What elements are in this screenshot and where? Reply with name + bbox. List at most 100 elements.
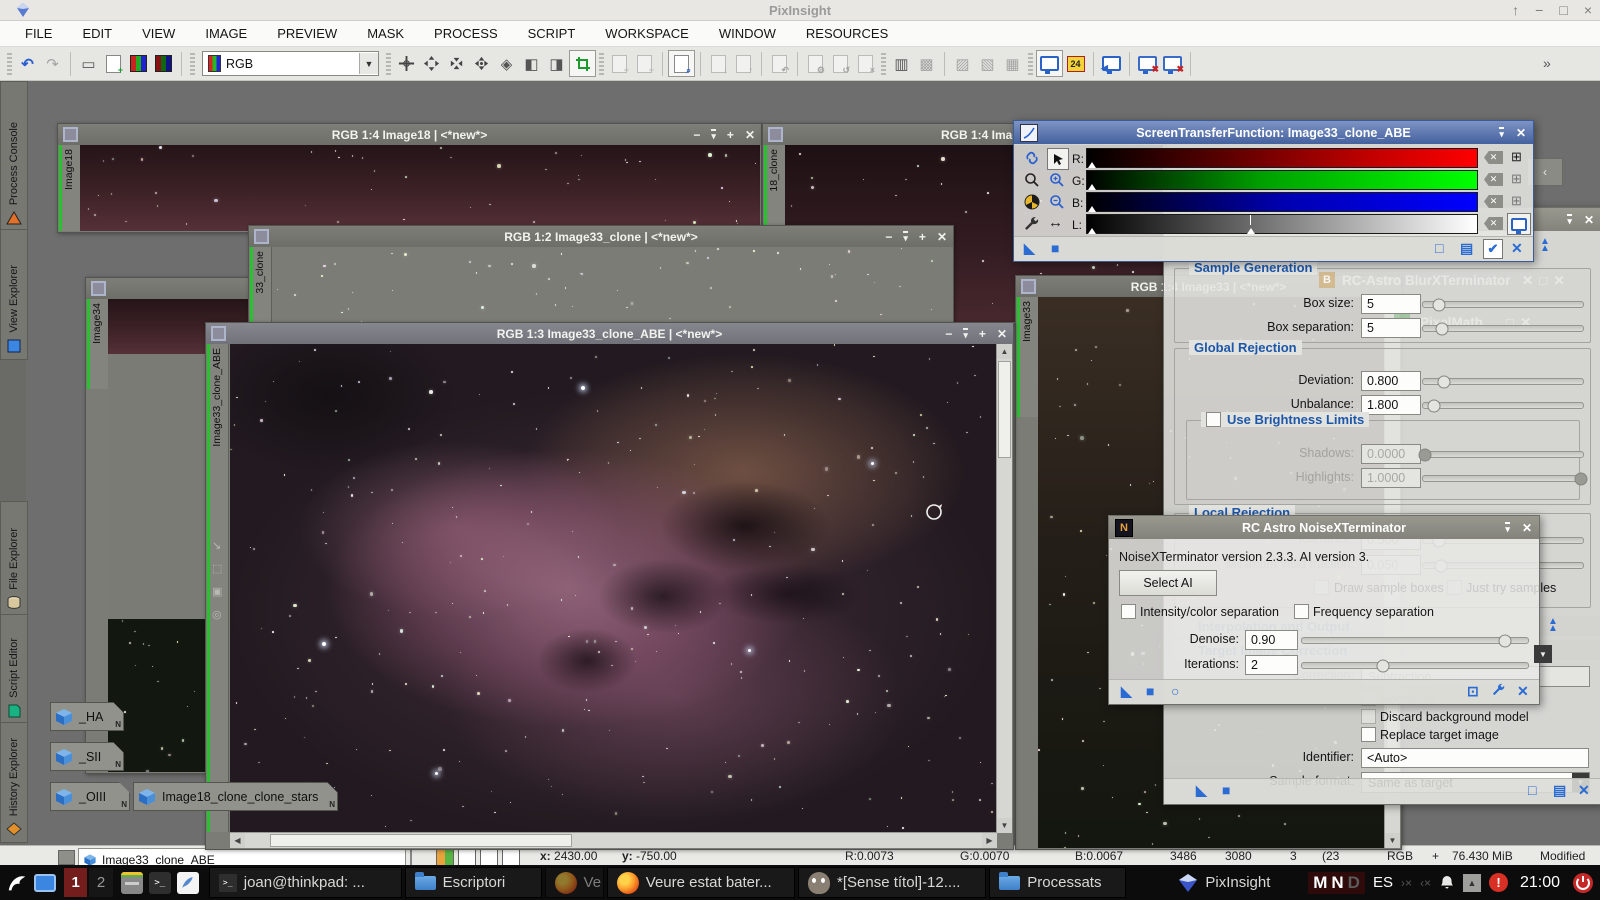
denoise-slider[interactable] — [1301, 637, 1529, 644]
dock-tab-file-explorer[interactable]: File Explorer — [0, 501, 28, 617]
taskbar-firefox-window[interactable]: Veure estat bater... — [607, 867, 795, 898]
preview-mode-icon[interactable]: ⬚ — [212, 562, 222, 575]
reset-icon[interactable]: ✕ — [1578, 782, 1590, 799]
apply-global-icon[interactable]: ■ — [1051, 240, 1059, 256]
rename-view-icon[interactable]: ▭ — [76, 51, 101, 76]
maximize-icon[interactable]: + — [919, 230, 926, 244]
dock-tab-script-editor[interactable]: Script Editor — [0, 614, 28, 725]
use-brightness-limits-checkbox[interactable] — [1206, 412, 1221, 427]
zoom-in-icon[interactable] — [444, 51, 469, 76]
highlights-slider[interactable] — [1422, 475, 1584, 482]
dropdown-arrow-button[interactable]: ▼ — [1534, 645, 1552, 663]
undo-icon[interactable]: ↶ — [15, 51, 40, 76]
show-mask-icon[interactable]: ▥ — [889, 51, 914, 76]
scroll-down-icon[interactable]: ▼ — [997, 818, 1012, 833]
deviation-input[interactable]: 0.800 — [1361, 371, 1421, 391]
close-icon[interactable]: ✕ — [937, 230, 947, 244]
iterations-slider[interactable] — [1301, 662, 1529, 669]
new-copy-icon[interactable]: + — [632, 51, 657, 76]
menu-image[interactable]: IMAGE — [190, 21, 262, 46]
stf-reset-r-icon[interactable]: ⊞ — [1511, 149, 1522, 165]
dock-tab-process-console[interactable]: Process Console — [0, 81, 28, 232]
toolbar-overflow-icon[interactable]: » — [1543, 55, 1551, 71]
stf-reset-g-icon[interactable]: ⊞ — [1511, 171, 1522, 187]
box-separation-input[interactable]: 5 — [1361, 318, 1421, 338]
keyboard-layout[interactable]: ES — [1373, 874, 1393, 891]
view-doc-icon[interactable] — [410, 849, 412, 866]
scroll-right-icon[interactable]: ▶ — [982, 833, 997, 848]
realtime-preview-icon[interactable]: □ — [1435, 240, 1443, 256]
box-separation-slider[interactable] — [1422, 325, 1584, 332]
current-view-selector[interactable]: Image33_clone_ABE — [78, 848, 406, 866]
fit-view-icon[interactable] — [469, 51, 494, 76]
abe-dialog[interactable]: AutomaticBackgroundExtractor ▾ ✕ B RC-As… — [1163, 207, 1600, 805]
zoom-out-mode-icon[interactable] — [1024, 172, 1040, 193]
revert-icon[interactable]: ↶ — [767, 51, 792, 76]
editor-launcher-icon[interactable] — [177, 872, 199, 894]
thumbnail-toggle-icon[interactable] — [58, 850, 75, 865]
box-size-slider[interactable] — [1422, 301, 1584, 308]
close-icon[interactable]: ✕ — [745, 128, 755, 142]
maximize-icon[interactable]: + — [727, 128, 734, 142]
redo-icon[interactable]: ↷ — [40, 51, 65, 76]
close-icon[interactable]: ✕ — [997, 327, 1007, 341]
frequency-separation-checkbox[interactable] — [1294, 604, 1309, 619]
menu-process[interactable]: PROCESS — [419, 21, 513, 46]
iterations-input[interactable]: 2 — [1245, 655, 1298, 675]
maximize-button[interactable]: □ — [1559, 2, 1567, 18]
center-image-icon[interactable] — [394, 51, 419, 76]
updates-icon[interactable]: ▲ — [1463, 874, 1481, 892]
shadows-input[interactable]: 0.0000 — [1361, 444, 1421, 464]
window-image33-clone-titlebar[interactable]: RGB 1:2 Image33_clone | <*new*> − ▾ + ✕ — [249, 226, 953, 247]
browse-doc-icon[interactable]: ▤ — [1460, 240, 1473, 257]
tray-indicator-d[interactable]: D — [1348, 873, 1360, 893]
stf-apply-icon[interactable]: ◀ — [1099, 51, 1124, 76]
maximize-icon[interactable]: + — [979, 327, 986, 341]
view-tab-image34[interactable]: Image34 — [87, 299, 109, 389]
stf-disable-icon[interactable]: ✖ — [1135, 51, 1160, 76]
stf-clear-l-icon[interactable]: ✕ — [1484, 217, 1503, 230]
archive-manager-icon[interactable] — [121, 872, 143, 894]
preferences-wrench-icon[interactable] — [1492, 683, 1505, 699]
mask-select-icon[interactable]: ▦ — [1000, 51, 1025, 76]
optimal-zoom-icon[interactable]: ◈ — [494, 51, 519, 76]
shadows-slider[interactable] — [1422, 451, 1584, 458]
denoise-input[interactable]: 0.90 — [1245, 630, 1298, 650]
view-tab-image33-clone-abe[interactable]: Image33_clone_ABE ↘ ⬚ ▣ ◎ — [207, 344, 229, 832]
channel-selector[interactable]: RGB ▼ — [202, 51, 379, 76]
tray-indicator-m[interactable]: M — [1313, 873, 1327, 893]
menu-edit[interactable]: EDIT — [67, 21, 127, 46]
intensity-color-separation-checkbox[interactable] — [1121, 604, 1136, 619]
workspace-1[interactable]: 1 — [64, 868, 87, 897]
new-window-icon[interactable]: + — [101, 51, 126, 76]
taskbar-firefox-window-short[interactable]: Ve — [545, 867, 604, 898]
mask-invert-icon[interactable]: ▨ — [950, 51, 975, 76]
menu-window[interactable]: WINDOW — [704, 21, 791, 46]
menu-script[interactable]: SCRIPT — [513, 21, 591, 46]
collapse-icon[interactable]: ✕ — [1511, 240, 1523, 257]
close-icon[interactable]: ✕ — [1522, 521, 1532, 535]
clock[interactable]: 21:00 — [1520, 874, 1560, 892]
tray-indicator-n[interactable]: N — [1331, 873, 1343, 893]
realtime-preview-icon[interactable]: □ — [1528, 782, 1536, 798]
shade-icon[interactable]: ▾ — [1505, 522, 1510, 533]
realtime-circle-icon[interactable]: ○ — [1171, 683, 1179, 699]
taskbar-terminal-window[interactable]: >_ joan@thinkpad: ... — [209, 867, 402, 898]
process-settings-icon[interactable]: ⚙ — [803, 51, 828, 76]
iconized-window-oiii[interactable]: _OIII N — [50, 782, 130, 811]
import-icon[interactable]: ↓ — [706, 51, 731, 76]
image33-clone-canvas[interactable] — [271, 247, 952, 330]
shade-icon[interactable]: ▾ — [1499, 127, 1504, 138]
remove-mask-icon[interactable]: ▩ — [914, 51, 939, 76]
export-icon[interactable]: ↑ — [731, 51, 756, 76]
iconized-window-ha[interactable]: _HA N — [50, 702, 124, 731]
abe-image-hscrollbar[interactable]: ◀ ▶ — [230, 832, 997, 848]
window-image33-clone[interactable]: RGB 1:2 Image33_clone | <*new*> − ▾ + ✕ … — [248, 225, 954, 332]
xfce-menu-icon[interactable] — [6, 872, 28, 894]
unbalance-input[interactable]: 1.800 — [1361, 395, 1421, 415]
show-desktop-icon[interactable] — [34, 874, 56, 892]
selection-mode-icon[interactable]: ↘ — [212, 539, 221, 552]
process-reset-icon[interactable]: ↺ — [828, 51, 853, 76]
color-saturation-icon[interactable] — [151, 51, 176, 76]
shade-icon[interactable]: ▾ — [963, 328, 968, 339]
